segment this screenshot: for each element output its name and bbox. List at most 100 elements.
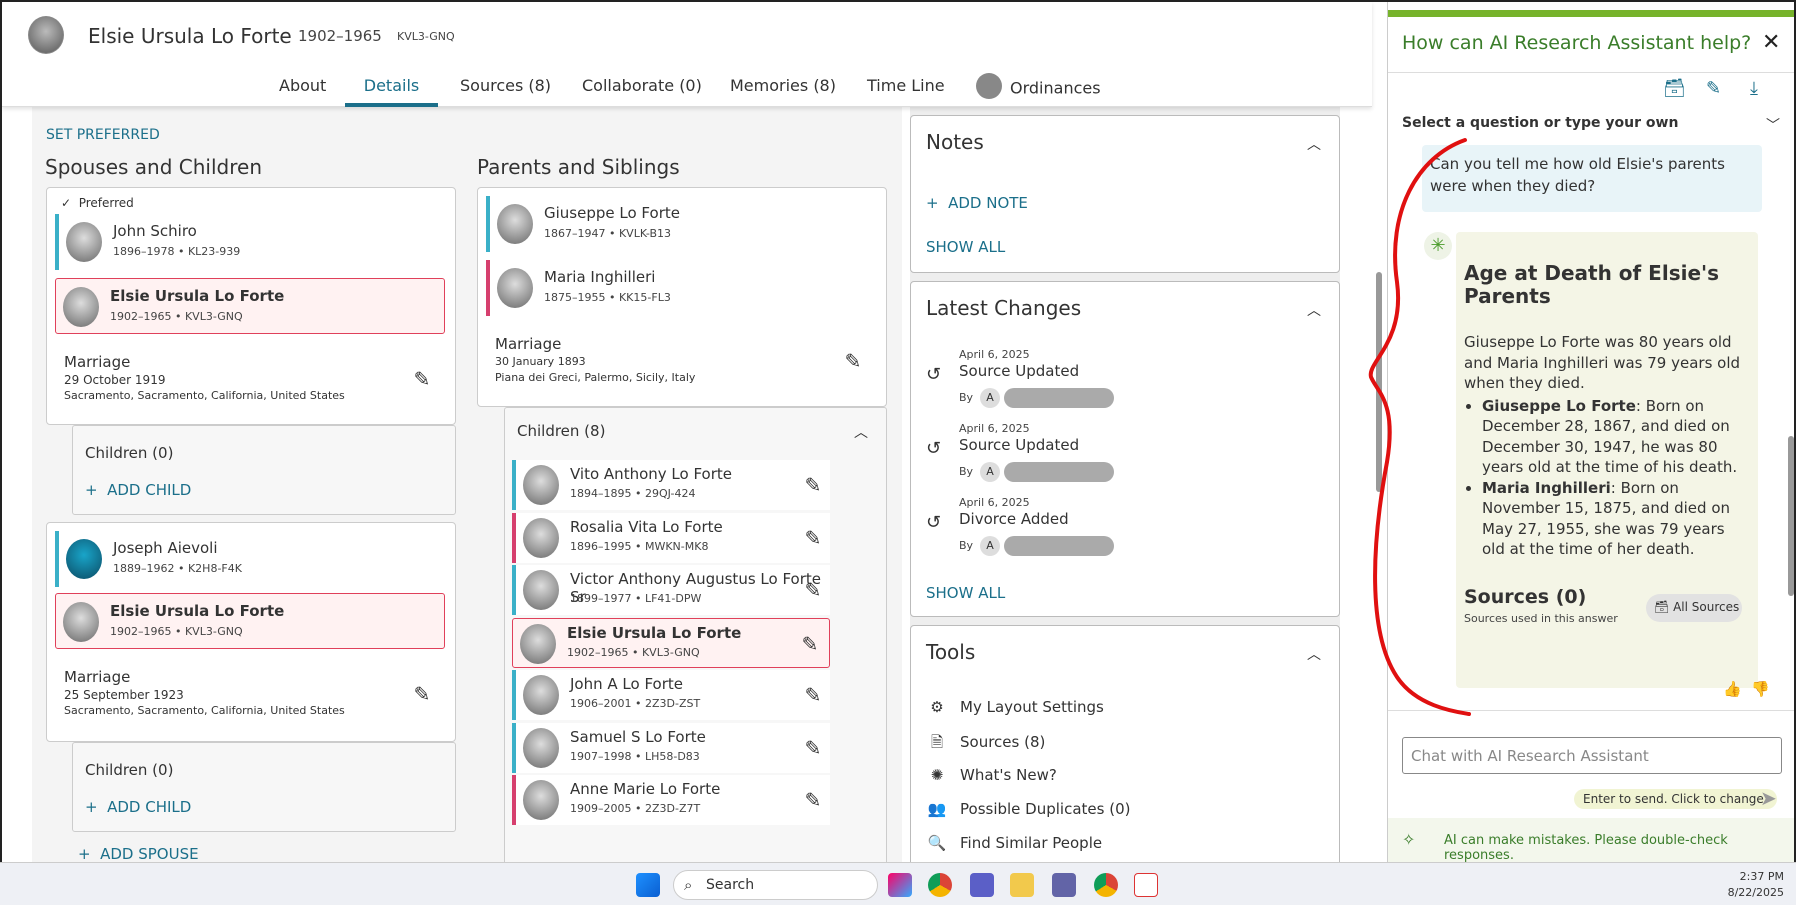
add-spouse-button[interactable]: + ADD SPOUSE (78, 845, 199, 862)
person-lifespan: 1875–1955 • KK15-FL3 (544, 291, 671, 304)
tab-collaborate[interactable]: Collaborate (0) (582, 76, 702, 107)
child-person[interactable]: John A Lo Forte 1906–2001 • 2Z3D-ZST ✎ (512, 670, 830, 720)
archive-icon[interactable]: 🗃 (1663, 78, 1686, 99)
edit-pencil-icon[interactable]: ✎ (409, 681, 435, 707)
chevron-up-icon[interactable]: ︿ (854, 422, 868, 441)
history-icon: ↺ (926, 364, 942, 385)
enter-hint-button[interactable]: Enter to send. Click to change. (1574, 789, 1777, 809)
edit-icon[interactable]: ✎ (1706, 78, 1721, 99)
children-section-1: Children (0) + ADD CHILD (72, 425, 456, 515)
person-name: Maria Inghilleri (544, 268, 656, 286)
select-question-label[interactable]: Select a question or type your own (1402, 115, 1678, 131)
edit-pencil-icon[interactable]: ✎ (800, 682, 826, 708)
person-avatar[interactable] (28, 16, 64, 54)
tool-whats-new[interactable]: ✺ What's New? (926, 766, 1057, 784)
thumbs-down-icon[interactable]: 👎 (1751, 680, 1770, 698)
author-avatar: A (980, 462, 1001, 482)
sparkle-icon: ✧ (1402, 830, 1416, 849)
father-person[interactable]: Giuseppe Lo Forte 1867–1947 • KVLK-B13 (486, 196, 876, 252)
edit-pencil-icon[interactable]: ✎ (840, 348, 866, 374)
people-icon: 👥 (927, 800, 947, 818)
check-icon: ✓ (61, 196, 72, 210)
tab-memories[interactable]: Memories (8) (730, 76, 836, 107)
edit-pencil-icon[interactable]: ✎ (800, 787, 826, 813)
tool-possible-duplicates[interactable]: 👥 Possible Duplicates (0) (926, 800, 1131, 818)
chat-input[interactable]: Chat with AI Research Assistant (1402, 737, 1782, 774)
edit-pencil-icon[interactable]: ✎ (797, 631, 823, 657)
add-child-button[interactable]: + ADD CHILD (85, 798, 191, 816)
change-item[interactable]: ↺ April 6, 2025 Divorce Added By A (926, 496, 1306, 566)
taskbar-search[interactable]: ⌕ Search (673, 870, 878, 900)
change-date: April 6, 2025 (959, 348, 1030, 361)
tab-timeline[interactable]: Time Line (867, 76, 945, 107)
windows-start-icon[interactable] (636, 873, 660, 897)
snipping-tool-icon[interactable] (1134, 873, 1158, 897)
edit-pencil-icon[interactable]: ✎ (800, 525, 826, 551)
tool-find-similar[interactable]: 🔍 Find Similar People (926, 834, 1102, 852)
scrollbar-thumb[interactable] (1376, 272, 1382, 492)
child-person[interactable]: Anne Marie Lo Forte 1909–2005 • 2Z3D-Z7T… (512, 775, 830, 825)
set-preferred-link[interactable]: SET PREFERRED (46, 127, 160, 143)
author-avatar: A (980, 536, 1001, 556)
edit-pencil-icon[interactable]: ✎ (800, 472, 826, 498)
taskbar-clock[interactable]: 2:37 PM 8/22/2025 (1728, 869, 1784, 901)
self-person[interactable]: Elsie Ursula Lo Forte 1902–1965 • KVL3-G… (55, 278, 445, 334)
tab-details[interactable]: Details (345, 76, 438, 107)
page-scrollbar[interactable] (1372, 2, 1385, 862)
add-note-button[interactable]: + ADD NOTE (926, 194, 1028, 212)
answer-bullet: Maria Inghilleri: Born on November 15, 1… (1482, 478, 1746, 560)
all-sources-button[interactable]: 🗃 All Sources (1646, 594, 1742, 622)
thumbs-up-icon[interactable]: 👍 (1723, 680, 1742, 698)
parents-title: Parents and Siblings (477, 155, 680, 179)
teams-icon[interactable] (1052, 873, 1076, 897)
mother-person[interactable]: Maria Inghilleri 1875–1955 • KK15-FL3 (486, 260, 876, 316)
file-explorer-icon[interactable] (1010, 873, 1034, 897)
spouse-person[interactable]: Joseph Aievoli 1889–1962 • K2H8-F4K (55, 531, 445, 587)
changes-show-all[interactable]: SHOW ALL (926, 584, 1005, 602)
tab-sources[interactable]: Sources (8) (460, 76, 551, 107)
tool-layout-settings[interactable]: ⚙ My Layout Settings (926, 698, 1104, 716)
change-type: Source Updated (959, 362, 1080, 380)
person-lifespan: 1909–2005 • 2Z3D-Z7T (570, 802, 701, 815)
child-person[interactable]: Rosalia Vita Lo Forte 1896–1995 • MWKN-M… (512, 512, 830, 563)
chevron-up-icon[interactable]: ︿ (1307, 134, 1321, 153)
child-person[interactable]: Victor Anthony Augustus Lo Forte Sr 1899… (512, 565, 830, 615)
children-section-2: Children (0) + ADD CHILD (72, 742, 456, 832)
chevron-up-icon[interactable]: ︿ (1307, 300, 1321, 319)
notes-show-all[interactable]: SHOW ALL (926, 238, 1005, 256)
chrome-profile-icon[interactable] (1094, 873, 1118, 897)
tool-sources[interactable]: 🗎 Sources (8) (926, 732, 1045, 757)
add-child-button[interactable]: + ADD CHILD (85, 481, 191, 499)
send-icon[interactable]: ➤ (1760, 786, 1777, 810)
chevron-down-icon[interactable]: ﹀ (1766, 115, 1780, 135)
close-icon[interactable]: ✕ (1762, 30, 1780, 55)
ai-assistant-panel: How can AI Research Assistant help? ✕ 🗃 … (1387, 2, 1794, 862)
spouses-title: Spouses and Children (45, 155, 263, 179)
chevron-up-icon[interactable]: ︿ (1307, 644, 1321, 663)
child-person[interactable]: Vito Anthony Lo Forte 1894–1895 • 29QJ-4… (512, 460, 830, 510)
tab-ordinances[interactable]: Ordinances (976, 73, 1101, 107)
edit-pencil-icon[interactable]: ✎ (800, 735, 826, 761)
answer-intro: Giuseppe Lo Forte was 80 years old and M… (1464, 333, 1741, 392)
child-person[interactable]: Elsie Ursula Lo Forte 1902–1965 • KVL3-G… (512, 617, 830, 668)
self-person[interactable]: Elsie Ursula Lo Forte 1902–1965 • KVL3-G… (55, 593, 445, 649)
spouse-person[interactable]: John Schiro 1896–1978 • KL23-939 (55, 214, 445, 270)
child-person[interactable]: Samuel S Lo Forte 1907–1998 • LH58-D83 ✎ (512, 722, 830, 773)
chrome-icon[interactable] (928, 873, 952, 897)
ai-scrollbar-thumb[interactable] (1788, 436, 1794, 596)
change-author: By A (959, 388, 1115, 408)
marriage-place: Sacramento, Sacramento, California, Unit… (64, 704, 345, 717)
change-item[interactable]: ↺ April 6, 2025 Source Updated By A (926, 422, 1306, 492)
family-card-2: Joseph Aievoli 1889–1962 • K2H8-F4K Elsi… (46, 522, 456, 742)
download-icon[interactable]: ⤓ (1750, 78, 1758, 99)
person-name: Joseph Aievoli (113, 539, 218, 557)
redacted-name (1004, 388, 1115, 408)
change-item[interactable]: ↺ April 6, 2025 Source Updated By A (926, 348, 1306, 418)
copilot-icon[interactable] (888, 873, 912, 897)
edit-pencil-icon[interactable]: ✎ (800, 577, 826, 603)
author-avatar: A (980, 388, 1001, 408)
edit-pencil-icon[interactable]: ✎ (409, 366, 435, 392)
app-icon[interactable] (970, 873, 994, 897)
person-name: Samuel S Lo Forte (570, 727, 706, 746)
tab-about[interactable]: About (279, 76, 326, 107)
